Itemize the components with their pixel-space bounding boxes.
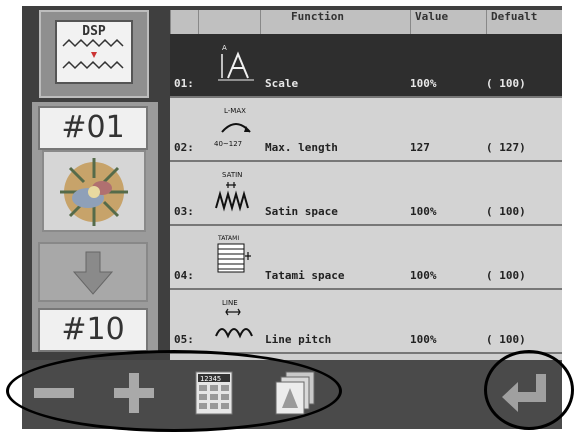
header-default: Defualt	[486, 10, 562, 34]
row-number: 04:	[174, 269, 194, 282]
highlight-ellipse-left	[6, 350, 342, 432]
row-value: 100%	[410, 77, 437, 90]
row-function: Line pitch	[265, 333, 332, 346]
line-pitch-icon: LINE	[215, 299, 253, 339]
design-range-panel: #01 #10	[32, 102, 158, 352]
row-value: 100%	[410, 205, 437, 218]
row-default: ( 127)	[486, 141, 526, 154]
row-default: ( 100)	[486, 269, 526, 282]
svg-text:L-MAX: L-MAX	[224, 107, 246, 115]
row-value: 127	[410, 141, 430, 154]
svg-text:40~127: 40~127	[214, 140, 242, 148]
row-default: ( 100)	[486, 333, 526, 346]
design-end-number[interactable]: #10	[38, 308, 148, 352]
function-table: Function Value Defualt A 01: Scale 100% …	[170, 10, 562, 360]
table-row[interactable]: TATAMI 04: Tatami space 100% ( 100)	[170, 226, 562, 290]
table-row[interactable]: SATIN 03: Satin space 100% ( 100)	[170, 162, 562, 226]
row-value: 100%	[410, 269, 437, 282]
row-number: 05:	[174, 333, 194, 346]
svg-text:TATAMI: TATAMI	[217, 235, 239, 242]
satin-zigzag-icon: SATIN	[215, 171, 249, 212]
dsp-icon: DSP	[55, 20, 133, 84]
highlight-ellipse-right	[484, 350, 574, 430]
row-function: Max. length	[265, 141, 338, 154]
dsp-button[interactable]: DSP	[39, 10, 149, 98]
arrow-down-icon	[72, 251, 114, 295]
table-row[interactable]: A 01: Scale 100% ( 100)	[170, 34, 562, 98]
dsp-label: DSP	[82, 24, 106, 39]
embroidery-pattern-preview	[42, 150, 146, 232]
header-blank-1	[170, 10, 198, 34]
row-number: 02:	[174, 141, 194, 154]
header-value: Value	[410, 10, 486, 34]
row-value: 100%	[410, 333, 437, 346]
svg-text:SATIN: SATIN	[222, 171, 242, 179]
row-function: Satin space	[265, 205, 338, 218]
header-function: Function	[260, 10, 410, 34]
svg-text:A: A	[222, 44, 227, 52]
table-header: Function Value Defualt	[170, 10, 562, 35]
svg-text:LINE: LINE	[222, 299, 238, 307]
header-blank-2	[198, 10, 260, 34]
max-length-icon: L-MAX 40~127	[214, 107, 251, 148]
row-default: ( 100)	[486, 77, 526, 90]
table-row[interactable]: LINE 05: Line pitch 100% ( 100)	[170, 290, 562, 354]
table-row[interactable]: L-MAX 40~127 02: Max. length 127 ( 127)	[170, 98, 562, 162]
row-default: ( 100)	[486, 205, 526, 218]
row-function: Tatami space	[265, 269, 345, 282]
stitch-wave-icon	[62, 38, 124, 70]
row-number: 01:	[174, 77, 194, 90]
design-start-number[interactable]: #01	[38, 106, 148, 150]
tatami-fill-icon: TATAMI	[217, 235, 251, 273]
scale-icon: A	[218, 44, 254, 81]
row-number: 03:	[174, 205, 194, 218]
row-function: Scale	[265, 77, 299, 90]
direction-arrow-button[interactable]	[38, 242, 148, 302]
